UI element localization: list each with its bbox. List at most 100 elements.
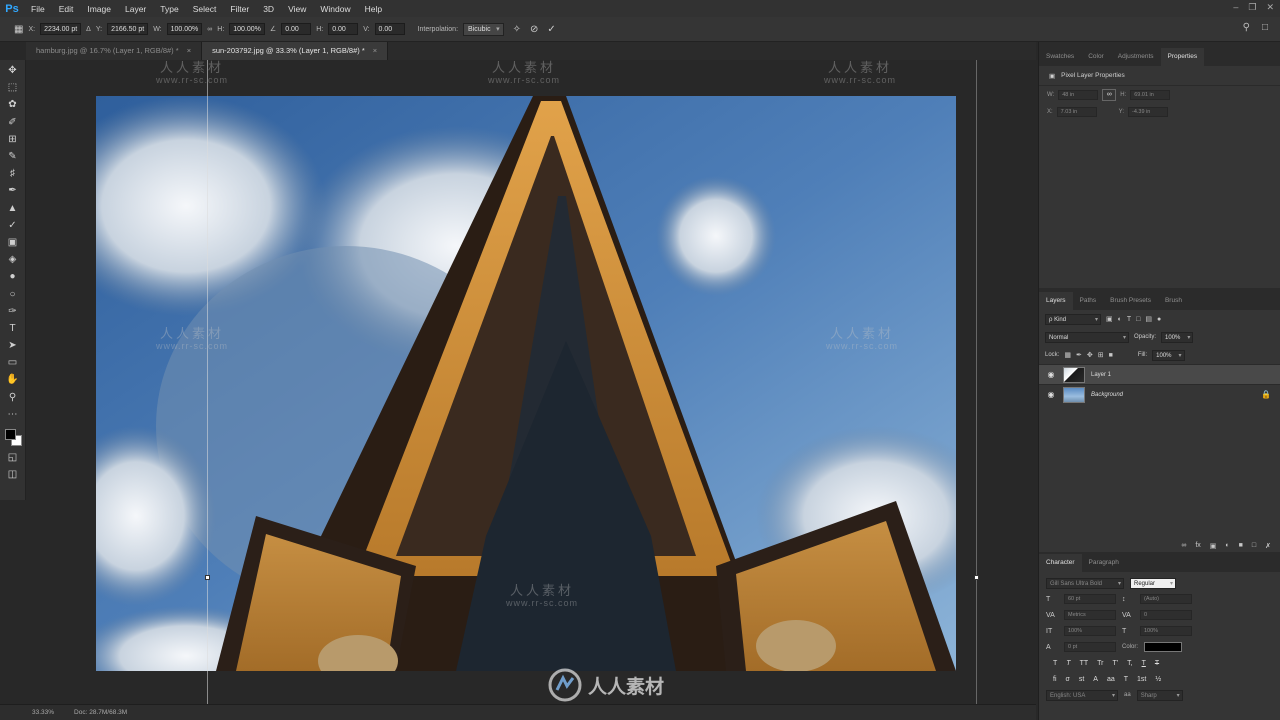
width-percent-field[interactable]: 100.00%	[166, 23, 203, 35]
font-style-select[interactable]: Regular	[1130, 577, 1176, 589]
menu-help[interactable]: Help	[358, 4, 389, 14]
lock-artboard-icon[interactable]: ⊞	[1098, 351, 1104, 359]
h-skew-field[interactable]: 0.00	[328, 23, 359, 35]
rectangle-tool-icon[interactable]: ▭	[3, 354, 23, 371]
tab-color[interactable]: Color	[1081, 48, 1111, 66]
workspace-icon[interactable]: □	[1262, 22, 1268, 33]
language-select[interactable]: English: USA	[1046, 689, 1118, 701]
faux-bold-button[interactable]: T	[1053, 660, 1057, 667]
layer-kind-filter[interactable]: ρ Kind	[1045, 313, 1101, 325]
v-skew-field[interactable]: 0.00	[374, 23, 405, 35]
dodge-tool-icon[interactable]: ○	[3, 285, 23, 302]
link-dimensions-icon[interactable]: ∞	[1102, 88, 1117, 101]
titling-button[interactable]: T	[1124, 676, 1128, 683]
pen-tool-icon[interactable]: ✑	[3, 303, 23, 320]
transform-handle[interactable]	[205, 575, 210, 580]
brush-tool-icon[interactable]: ✒	[3, 182, 23, 199]
interpolation-select[interactable]: Bicubic	[463, 22, 504, 36]
layer-name[interactable]: Layer 1	[1091, 372, 1111, 378]
tab-paragraph[interactable]: Paragraph	[1082, 554, 1126, 572]
tab-character[interactable]: Character	[1039, 554, 1082, 572]
all-caps-button[interactable]: TT	[1080, 660, 1089, 667]
menu-file[interactable]: File	[24, 4, 52, 14]
layer-name[interactable]: Background	[1091, 392, 1123, 398]
kerning-field[interactable]: Metrics	[1064, 610, 1116, 620]
ordinals-button[interactable]: 1st	[1137, 676, 1146, 683]
lock-image-icon[interactable]: ✒	[1076, 351, 1082, 359]
fractions-button[interactable]: ½	[1155, 676, 1161, 683]
type-tool-icon[interactable]: T	[3, 320, 23, 337]
eye-icon[interactable]: ◉	[1045, 370, 1057, 379]
zoom-tool-icon[interactable]: ⚲	[3, 389, 23, 406]
hand-tool-icon[interactable]: ✋	[3, 371, 23, 388]
tab-properties[interactable]: Properties	[1160, 48, 1205, 66]
gradient-tool-icon[interactable]: ◈	[3, 251, 23, 268]
filter-pixel-icon[interactable]: ▣	[1106, 315, 1113, 323]
filter-adjustment-icon[interactable]: ◐	[1118, 316, 1122, 323]
screen-mode-icon[interactable]: ◫	[3, 466, 23, 483]
menu-type[interactable]: Type	[153, 4, 185, 14]
opacity-field[interactable]: 100%	[1161, 331, 1194, 343]
commit-transform-icon[interactable]: ✓	[547, 24, 555, 35]
tab-adjustments[interactable]: Adjustments	[1111, 48, 1161, 66]
subscript-button[interactable]: T,	[1127, 660, 1132, 667]
small-caps-button[interactable]: Tr	[1097, 660, 1103, 667]
menu-filter[interactable]: Filter	[223, 4, 256, 14]
delete-layer-icon[interactable]: ✗	[1265, 542, 1271, 550]
layer-row-background[interactable]: ◉ Background 🔒	[1039, 384, 1280, 404]
clone-stamp-tool-icon[interactable]: ▲	[3, 200, 23, 217]
move-tool-icon[interactable]: ✥	[3, 62, 23, 79]
menu-3d[interactable]: 3D	[256, 4, 281, 14]
superscript-button[interactable]: T'	[1112, 660, 1118, 667]
menu-window[interactable]: Window	[313, 4, 357, 14]
menu-edit[interactable]: Edit	[52, 4, 81, 14]
underline-button[interactable]: T	[1142, 660, 1146, 667]
blend-mode-select[interactable]: Normal	[1045, 331, 1129, 343]
zoom-level[interactable]: 33.33%	[32, 709, 54, 716]
antialias-select[interactable]: Sharp	[1136, 689, 1183, 701]
eyedropper-tool-icon[interactable]: ✎	[3, 148, 23, 165]
discretionary-ligatures-button[interactable]: st	[1079, 676, 1084, 683]
y-position-field[interactable]: -4.39 in	[1128, 106, 1169, 117]
transform-handle[interactable]	[974, 575, 979, 580]
foreground-color-swatch[interactable]	[4, 428, 16, 440]
swash-button[interactable]: A	[1093, 676, 1098, 683]
menu-image[interactable]: Image	[80, 4, 118, 14]
faux-italic-button[interactable]: T	[1066, 660, 1070, 667]
blur-tool-icon[interactable]: ●	[3, 268, 23, 285]
history-brush-tool-icon[interactable]: ✓	[3, 217, 23, 234]
vertical-scale-field[interactable]: 100%	[1064, 626, 1116, 636]
tab-swatches[interactable]: Swatches	[1039, 48, 1081, 66]
path-selection-tool-icon[interactable]: ➤	[3, 337, 23, 354]
adjustment-layer-icon[interactable]: ◐	[1225, 542, 1229, 550]
chain-link-icon[interactable]: ∞	[207, 26, 212, 33]
lock-transparent-icon[interactable]: ▦	[1064, 351, 1071, 359]
tab-hamburg[interactable]: hamburg.jpg @ 16.7% (Layer 1, RGB/8#) * ×	[26, 42, 203, 60]
cancel-transform-icon[interactable]: ⊘	[530, 24, 538, 35]
fx-icon[interactable]: fx	[1195, 542, 1200, 550]
minimize-button[interactable]: –	[1233, 2, 1238, 13]
doc-size[interactable]: Doc: 28.7M/68.3M	[74, 709, 127, 716]
quick-select-tool-icon[interactable]: ✐	[3, 114, 23, 131]
healing-brush-tool-icon[interactable]: ♯	[3, 165, 23, 182]
lock-position-icon[interactable]: ✥	[1087, 351, 1093, 359]
font-family-select[interactable]: Gill Sans Ultra Bold	[1046, 577, 1124, 589]
angle-field[interactable]: 0.00	[281, 23, 312, 35]
ligatures-button[interactable]: fi	[1053, 676, 1057, 683]
layer-row-layer-1[interactable]: ◉ Layer 1	[1039, 364, 1280, 384]
height-percent-field[interactable]: 100.00%	[229, 23, 265, 35]
horizontal-scale-field[interactable]: 100%	[1140, 626, 1192, 636]
canvas-area[interactable]: 人人素材 www.rr-sc.com 人人素材 www.rr-sc.com 人人素材…	[26, 60, 1036, 704]
close-icon[interactable]: ×	[187, 46, 191, 55]
leading-field[interactable]: (Auto)	[1140, 594, 1192, 604]
baseline-shift-field[interactable]: 0 pt	[1064, 642, 1116, 652]
tab-sun[interactable]: sun-203792.jpg @ 33.3% (Layer 1, RGB/8#)…	[202, 42, 389, 60]
tracking-field[interactable]: 0	[1140, 610, 1192, 620]
x-field[interactable]: 2234.00 pt	[40, 23, 82, 35]
quick-mask-icon[interactable]: ◱	[3, 449, 23, 466]
strikethrough-button[interactable]: T	[1155, 660, 1159, 667]
filter-toggle-icon[interactable]: ●	[1157, 316, 1161, 323]
x-position-field[interactable]: 7.03 in	[1056, 106, 1097, 117]
eraser-tool-icon[interactable]: ▣	[3, 234, 23, 251]
text-color-swatch[interactable]	[1144, 642, 1183, 652]
